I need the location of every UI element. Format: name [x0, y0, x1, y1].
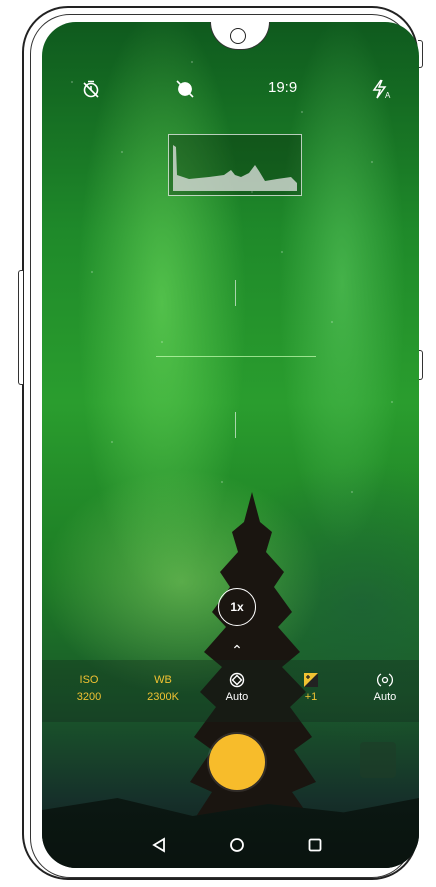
- filter-off-icon[interactable]: [170, 74, 200, 104]
- flash-auto-icon[interactable]: A: [366, 74, 396, 104]
- navigation-bar: [42, 822, 419, 868]
- aspect-ratio[interactable]: 19:9: [268, 79, 297, 96]
- wb-control[interactable]: WB 2300K: [128, 672, 198, 703]
- timer-off-icon[interactable]: [76, 74, 106, 104]
- metering-control[interactable]: Auto: [350, 672, 419, 703]
- metering-value: Auto: [373, 691, 397, 703]
- camera-viewfinder[interactable]: 19:9 A 1x ⌃ ISO 3200 WB 2300K Auto +1 Au…: [42, 22, 419, 868]
- home-circle-icon[interactable]: [224, 832, 250, 858]
- exposure-icon: [276, 672, 346, 688]
- front-camera: [230, 28, 246, 44]
- exposure-value: +1: [304, 691, 318, 703]
- level-line: [156, 356, 316, 357]
- volume-button: [18, 270, 23, 385]
- iso-label: ISO: [79, 674, 99, 686]
- svg-text:A: A: [385, 91, 391, 100]
- focus-auto-icon: [202, 672, 272, 688]
- pro-controls-bar: ISO 3200 WB 2300K Auto +1 Auto: [42, 660, 419, 722]
- focus-control[interactable]: Auto: [202, 672, 272, 703]
- guide-line-top: [235, 280, 236, 306]
- recents-square-icon[interactable]: [302, 832, 328, 858]
- shutter-button[interactable]: [209, 734, 265, 790]
- chevron-up-icon[interactable]: ⌃: [228, 642, 246, 659]
- wb-label: WB: [154, 674, 172, 686]
- zoom-button[interactable]: 1x: [218, 588, 256, 626]
- exposure-control[interactable]: +1: [276, 672, 346, 703]
- guide-line-bottom: [235, 412, 236, 438]
- iso-control[interactable]: ISO 3200: [54, 672, 124, 703]
- focus-value: Auto: [225, 691, 249, 703]
- metering-icon: [350, 672, 419, 688]
- wb-value: 2300K: [147, 691, 179, 703]
- iso-value: 3200: [76, 691, 102, 703]
- back-triangle-icon[interactable]: [146, 832, 172, 858]
- histogram: [168, 134, 302, 196]
- gallery-thumbnail[interactable]: [360, 742, 396, 778]
- top-bar: 19:9 A: [42, 74, 419, 110]
